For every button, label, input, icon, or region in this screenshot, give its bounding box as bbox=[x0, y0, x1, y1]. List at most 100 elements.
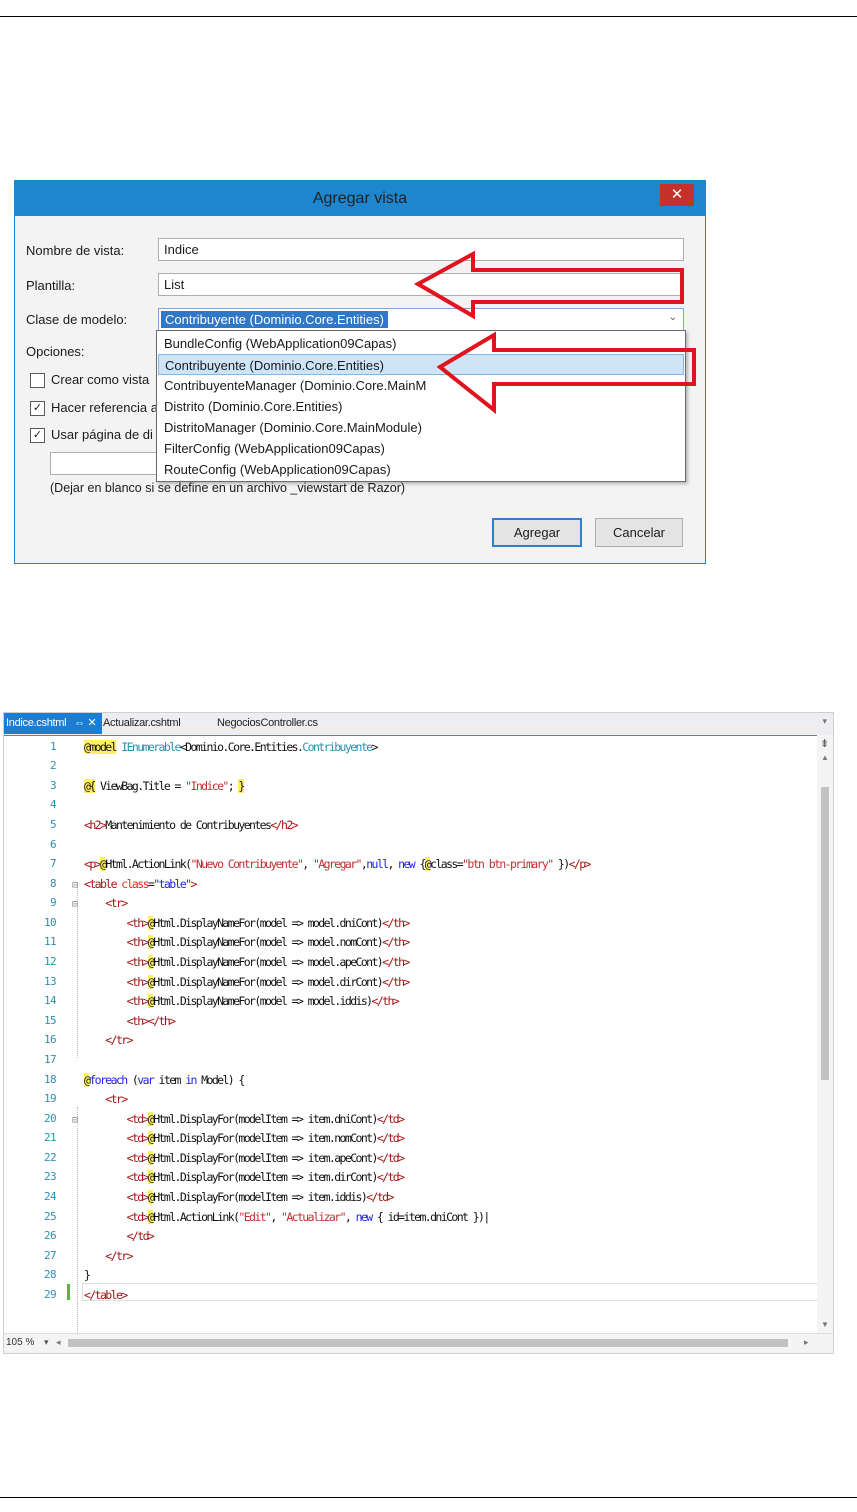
editor-tabs: Indice.cshtml ⇔ ✕ Actualizar.cshtml Nego… bbox=[4, 713, 833, 736]
fold-toggle-icon[interactable]: ⊟ bbox=[72, 880, 78, 891]
code-token: @ bbox=[147, 1210, 155, 1224]
line-number: 20 bbox=[43, 1112, 57, 1125]
scroll-down-icon[interactable]: ▼ bbox=[821, 1320, 829, 1329]
code-token: var bbox=[137, 1073, 155, 1087]
code-token: "Indice" bbox=[185, 779, 229, 793]
line-number: 23 bbox=[43, 1170, 57, 1183]
line-number: 14 bbox=[43, 994, 57, 1007]
code-token: @ bbox=[147, 916, 155, 930]
code-token: "btn btn-primary" bbox=[462, 857, 554, 871]
code-token: </td> bbox=[376, 1170, 405, 1184]
code-token: null bbox=[366, 857, 389, 871]
zoom-level[interactable]: 105 % bbox=[6, 1337, 34, 1348]
line-number: 3 bbox=[49, 779, 57, 792]
code-token: </td> bbox=[376, 1112, 405, 1126]
line-number: 17 bbox=[43, 1053, 57, 1066]
scroll-left-icon[interactable]: ◂ bbox=[56, 1337, 61, 1348]
code-token: @ bbox=[147, 955, 155, 969]
line-number: 26 bbox=[43, 1229, 57, 1242]
code-token: @ bbox=[147, 1151, 155, 1165]
code-token: <th> bbox=[126, 955, 150, 969]
code-token: <th> bbox=[126, 935, 150, 949]
bottom-rule bbox=[0, 1497, 857, 1498]
scroll-up-icon[interactable]: ▲ bbox=[821, 753, 829, 762]
code-token: <th> bbox=[126, 916, 150, 930]
code-token: "table" bbox=[153, 877, 192, 891]
code-token: } bbox=[238, 779, 245, 793]
pin-close-icon[interactable]: ⇔ ✕ bbox=[74, 717, 97, 729]
line-number: 18 bbox=[43, 1073, 57, 1086]
code-line: <th>@Html.DisplayNameFor(model => model.… bbox=[126, 916, 410, 930]
code-token: <td> bbox=[126, 1190, 150, 1204]
indent-guide bbox=[77, 1107, 78, 1303]
current-line-highlight bbox=[82, 1283, 820, 1301]
line-number: 12 bbox=[43, 955, 57, 968]
code-token: @ bbox=[424, 857, 432, 871]
vertical-scrollbar[interactable]: ⇟ ▲ ▼ bbox=[817, 735, 833, 1333]
code-token: </th> bbox=[382, 975, 410, 989]
code-editor: Indice.cshtml ⇔ ✕ Actualizar.cshtml Nego… bbox=[3, 712, 834, 1354]
code-line: <td>@Html.DisplayFor(modelItem => item.d… bbox=[126, 1170, 405, 1184]
tab-negocios-controller[interactable]: NegociosController.cs bbox=[217, 713, 318, 734]
split-icon[interactable]: ⇟ bbox=[820, 737, 829, 750]
tab-indice[interactable]: Indice.cshtml ⇔ ✕ bbox=[4, 713, 103, 734]
code-line: </td> bbox=[84, 1229, 155, 1243]
code-token: "Nuevo Contribuyente" bbox=[190, 857, 304, 871]
horizontal-scroll-thumb[interactable] bbox=[68, 1339, 788, 1347]
change-marker bbox=[67, 1284, 70, 1300]
fold-toggle-icon[interactable]: ⊟ bbox=[72, 1115, 78, 1126]
code-token: @ bbox=[147, 975, 155, 989]
code-line: @foreach (var item in Model) { bbox=[84, 1073, 245, 1087]
fold-toggle-icon[interactable]: ⊟ bbox=[72, 899, 78, 910]
code-token: "Edit" bbox=[238, 1210, 272, 1224]
red-arrow-model bbox=[436, 331, 696, 415]
indent-guide bbox=[77, 1303, 78, 1333]
line-number: 27 bbox=[43, 1249, 57, 1262]
line-number: 9 bbox=[49, 896, 57, 909]
code-token: <tr> bbox=[105, 896, 128, 910]
code-line: <td>@Html.DisplayFor(modelItem => item.n… bbox=[126, 1131, 405, 1145]
line-number: 13 bbox=[43, 975, 57, 988]
code-token: <th> bbox=[126, 975, 150, 989]
code-token: </th> bbox=[382, 935, 410, 949]
code-token: @ bbox=[147, 935, 155, 949]
code-token: </th> bbox=[371, 994, 400, 1008]
tab-overflow-icon[interactable]: ▾ bbox=[822, 716, 827, 727]
zoom-dropdown-icon[interactable]: ▾ bbox=[44, 1337, 49, 1348]
line-number: 21 bbox=[43, 1131, 57, 1144]
code-token: <h2> bbox=[84, 818, 107, 832]
code-token: "Agregar" bbox=[312, 857, 363, 871]
code-line: <th></th> bbox=[84, 1014, 177, 1028]
code-token: </td> bbox=[376, 1151, 405, 1165]
code-line: @model IEnumerable<Dominio.Core.Entities… bbox=[84, 740, 378, 754]
code-line: <td>@Html.DisplayFor(modelItem => item.i… bbox=[126, 1190, 394, 1204]
code-area[interactable]: 1 2 3 4 5 6 7 8 9 10 11 12 13 14 15 16 1… bbox=[4, 737, 820, 1333]
code-token: </h2> bbox=[270, 818, 298, 832]
code-token: <tr> bbox=[105, 1092, 128, 1106]
code-line: </tr> bbox=[84, 1249, 133, 1263]
code-token: @ bbox=[147, 1190, 155, 1204]
code-token: </td> bbox=[366, 1190, 394, 1204]
line-number: 22 bbox=[43, 1151, 57, 1164]
line-number: 10 bbox=[43, 916, 57, 929]
code-token: @ bbox=[99, 857, 107, 871]
vertical-scroll-thumb[interactable] bbox=[821, 787, 829, 1080]
code-token: </th> bbox=[382, 916, 410, 930]
line-number: 6 bbox=[49, 838, 57, 851]
line-number: 16 bbox=[43, 1033, 57, 1046]
code-token: @ bbox=[147, 1112, 155, 1126]
code-line: <h2>Mantenimiento de Contribuyentes</h2> bbox=[84, 818, 299, 832]
code-token: @ bbox=[147, 994, 155, 1008]
annotation-arrows bbox=[413, 250, 696, 415]
code-line: <td>@Html.DisplayFor(modelItem => item.a… bbox=[126, 1151, 405, 1165]
scroll-right-icon[interactable]: ▸ bbox=[804, 1337, 809, 1348]
line-number: 4 bbox=[49, 798, 57, 811]
code-line: <th>@Html.DisplayNameFor(model => model.… bbox=[126, 935, 410, 949]
horizontal-scrollbar[interactable]: 105 % ▾ ◂ ▸ bbox=[4, 1333, 833, 1353]
line-number: 5 bbox=[49, 818, 57, 831]
code-token: "Actualizar" bbox=[281, 1210, 346, 1224]
code-line: <td>@Html.DisplayFor(modelItem => item.d… bbox=[126, 1112, 405, 1126]
code-token: <td> bbox=[126, 1210, 150, 1224]
code-line: <th>@Html.DisplayNameFor(model => model.… bbox=[126, 975, 410, 989]
tab-actualizar[interactable]: Actualizar.cshtml bbox=[103, 713, 181, 734]
